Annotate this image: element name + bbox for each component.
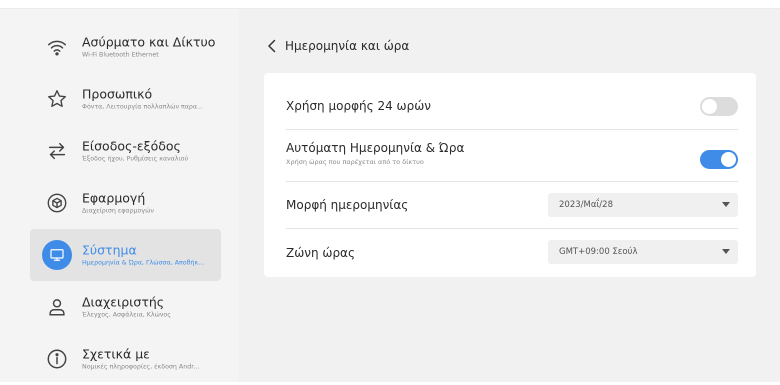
setting-label: Ζώνη ώρας — [286, 246, 356, 260]
sidebar-item-title: Είσοδος-εξόδος — [82, 138, 181, 154]
setting-row-date-format: Μορφή ημερομηνίας 2023/Μαΐ/28 — [286, 183, 738, 227]
sidebar-item-subtitle: Φόντα, Λειτουργία πολλαπλών παρα... — [82, 103, 204, 111]
sidebar-item-subtitle: Ημερομηνία & Ώρα, Γλώσσα, Αποθήκ... — [82, 259, 205, 267]
sidebar-item-personal[interactable]: Προσωπικό Φόντα, Λειτουργία πολλαπλών πα… — [30, 73, 221, 125]
sidebar: Ασύρματο και Δίκτυο Wi-Fi Bluetooth Ethe… — [0, 9, 239, 382]
sidebar-item-system[interactable]: Σύστημα Ημερομηνία & Ώρα, Γλώσσα, Αποθήκ… — [30, 229, 221, 281]
sidebar-item-title: Εφαρμογή — [82, 190, 146, 206]
toggle-auto-datetime[interactable] — [700, 150, 738, 169]
select-value: 2023/Μαΐ/28 — [559, 200, 613, 210]
sidebar-item-apps[interactable]: Εφαρμογή Διαχείριση εφαρμογών — [30, 177, 221, 229]
caret-down-icon — [722, 249, 730, 254]
setting-row-24h: Χρήση μορφής 24 ωρών — [286, 91, 738, 121]
sidebar-item-subtitle: Νομικές πληροφορίες, έκδοση Andr... — [82, 363, 200, 371]
sidebar-item-subtitle: Wi-Fi Bluetooth Ethernet — [82, 51, 159, 59]
cube-icon — [44, 190, 70, 216]
sidebar-item-admin[interactable]: Διαχειριστής Έλεγχος, Ασφάλεια, Κλώνος — [30, 281, 221, 333]
setting-row-auto-datetime: Αυτόματη Ημερομηνία & Ώρα Χρήση ώρας που… — [286, 133, 738, 177]
setting-row-timezone: Ζώνη ώρας GMT+09:00 Σεούλ — [286, 230, 738, 274]
caret-down-icon — [722, 202, 730, 207]
sidebar-item-title: Διαχειριστής — [82, 294, 165, 310]
page-title: Ημερομηνία και ώρα — [285, 39, 410, 53]
toggle-knob — [721, 152, 736, 167]
sidebar-item-subtitle: Έξοδος ήχου, Ρυθμίσεις καναλιού — [82, 155, 189, 163]
sidebar-item-title: Ασύρματο και Δίκτυο — [82, 34, 216, 50]
sidebar-item-subtitle: Έλεγχος, Ασφάλεια, Κλώνος — [82, 311, 171, 319]
setting-label: Μορφή ημερομηνίας — [286, 198, 409, 212]
back-button[interactable]: Ημερομηνία και ώρα — [267, 39, 409, 53]
divider — [286, 181, 738, 182]
info-icon — [44, 346, 70, 372]
setting-sublabel: Χρήση ώρας που παρέχεται από το δίκτυο — [286, 158, 424, 166]
sidebar-item-input-output[interactable]: Είσοδος-εξόδος Έξοδος ήχου, Ρυθμίσεις κα… — [30, 125, 221, 177]
divider — [286, 129, 738, 130]
wifi-icon — [44, 34, 70, 60]
toggle-knob — [702, 99, 717, 114]
main-panel: Ημερομηνία και ώρα Χρήση μορφής 24 ωρών … — [239, 9, 780, 382]
divider — [286, 228, 738, 229]
setting-label: Αυτόματη Ημερομηνία & Ώρα — [286, 141, 465, 155]
monitor-icon — [42, 240, 72, 270]
toggle-24h-format[interactable] — [700, 97, 738, 116]
sidebar-item-subtitle: Διαχείριση εφαρμογών — [82, 207, 154, 215]
sidebar-item-title: Σύστημα — [82, 242, 137, 258]
select-value: GMT+09:00 Σεούλ — [559, 247, 638, 257]
sidebar-item-title: Προσωπικό — [82, 86, 153, 102]
date-format-select[interactable]: 2023/Μαΐ/28 — [548, 193, 738, 217]
chevron-left-icon — [268, 39, 276, 53]
sidebar-item-title: Σχετικά με — [82, 346, 150, 362]
swap-arrows-icon — [44, 138, 70, 164]
setting-label: Χρήση μορφής 24 ωρών — [286, 99, 431, 113]
top-bar — [0, 0, 780, 9]
timezone-select[interactable]: GMT+09:00 Σεούλ — [548, 240, 738, 264]
sidebar-item-wireless[interactable]: Ασύρματο και Δίκτυο Wi-Fi Bluetooth Ethe… — [30, 21, 221, 73]
user-icon — [44, 294, 70, 320]
settings-card: Χρήση μορφής 24 ωρών Αυτόματη Ημερομηνία… — [264, 73, 756, 277]
sidebar-item-about[interactable]: Σχετικά με Νομικές πληροφορίες, έκδοση A… — [30, 333, 221, 385]
star-icon — [44, 86, 70, 112]
